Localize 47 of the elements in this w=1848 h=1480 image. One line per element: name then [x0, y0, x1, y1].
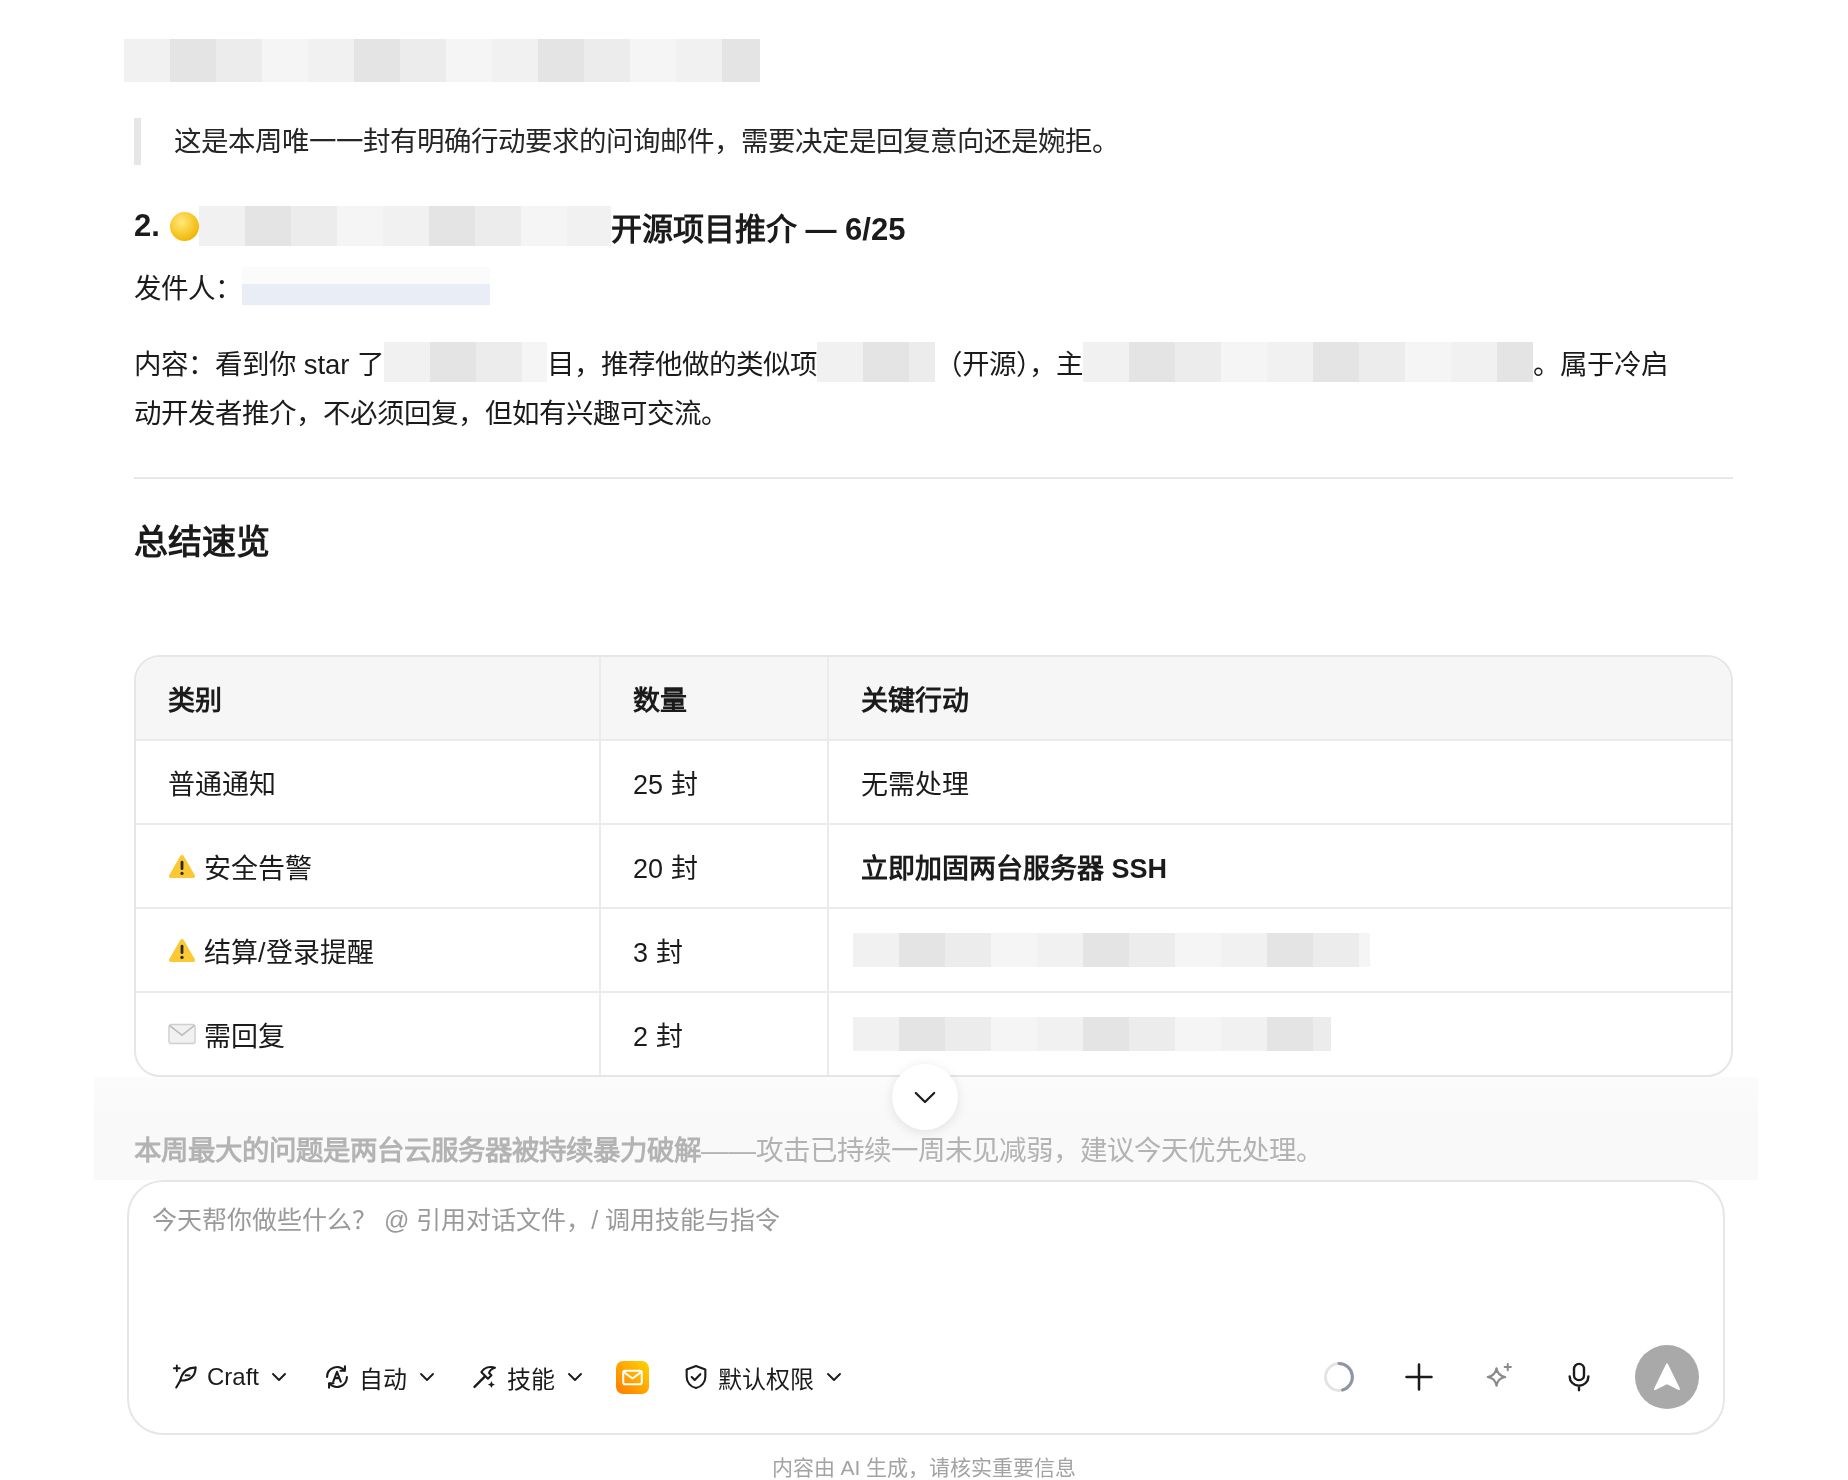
plus-icon [1404, 1362, 1434, 1392]
email-title: 开源项目推介 — 6/25 [610, 210, 906, 249]
count-text: 2 封 [633, 1020, 683, 1054]
permissions-dropdown[interactable]: 默认权限 [674, 1353, 850, 1401]
quill-icon [171, 1363, 199, 1391]
paragraph-text: 。属于冷启 [1533, 347, 1669, 382]
paragraph-text: 动开发者推介，不必须回复，但如有兴趣可交流。 [134, 396, 728, 431]
quote-text: 这是本周唯一一封有明确行动要求的问询邮件，需要决定是回复意向还是婉拒。 [134, 118, 1119, 165]
section-heading: 总结速览 [134, 522, 270, 563]
disclaimer-text: 内容由 AI 生成，请核实重要信息 [771, 1456, 1077, 1480]
sender-label: 发件人： [134, 272, 242, 306]
category-text: 需回复 [204, 1020, 285, 1054]
action-text: 无需处理 [861, 768, 969, 802]
category-text: 安全告警 [204, 852, 312, 886]
count-text: 20 封 [633, 852, 698, 886]
paragraph-text: 目，推荐他做的类似项 [547, 347, 818, 382]
category-text: 普通通知 [168, 768, 276, 802]
navigation-arrow-icon [1651, 1361, 1683, 1393]
skills-dropdown[interactable]: 技能 [463, 1353, 591, 1401]
warning-icon [168, 853, 196, 879]
category-text: 结算/登录提醒 [204, 936, 374, 970]
circle-emoji-icon [169, 211, 199, 241]
action-text: 立即加固两台服务器 SSH [861, 852, 1168, 886]
hammer-icon [471, 1363, 499, 1391]
composer-panel[interactable]: 今天帮你做些什么？ @ 引用对话文件，/ 调用技能与指令 Craft 自动 技能 默认权限 [127, 1180, 1725, 1435]
summary-text: 本周最大的问题是两台云服务器被持续暴力破解——攻击已持续一周未见减弱，建议今天优先处理。 [134, 1134, 1323, 1168]
chevron-down-icon [914, 1090, 936, 1104]
envelope-icon [616, 1360, 649, 1394]
chevron-down-icon [826, 1372, 842, 1382]
column-header: 数量 [601, 657, 829, 741]
paragraph-text: （开源），主 [935, 347, 1084, 382]
envelope-icon [168, 1021, 196, 1047]
auto-dropdown[interactable]: 自动 [315, 1353, 443, 1401]
column-header: 关键行动 [829, 657, 1731, 741]
chevron-down-icon [567, 1372, 583, 1382]
warning-icon [168, 937, 196, 963]
paragraph-text: 内容：看到你 star 了 [134, 347, 385, 382]
count-text: 3 封 [633, 936, 683, 970]
circle-arrows-icon [323, 1363, 351, 1391]
message-input[interactable]: 今天帮你做些什么？ @ 引用对话文件，/ 调用技能与指令 [152, 1202, 1252, 1302]
mode-dropdown[interactable]: Craft [163, 1357, 295, 1397]
count-text: 25 封 [633, 768, 698, 802]
loading-spinner-icon [1323, 1361, 1355, 1393]
chevron-down-icon [271, 1372, 287, 1382]
list-number: 2. [134, 208, 160, 244]
chevron-down-icon [419, 1372, 435, 1382]
column-header: 类别 [136, 657, 601, 741]
